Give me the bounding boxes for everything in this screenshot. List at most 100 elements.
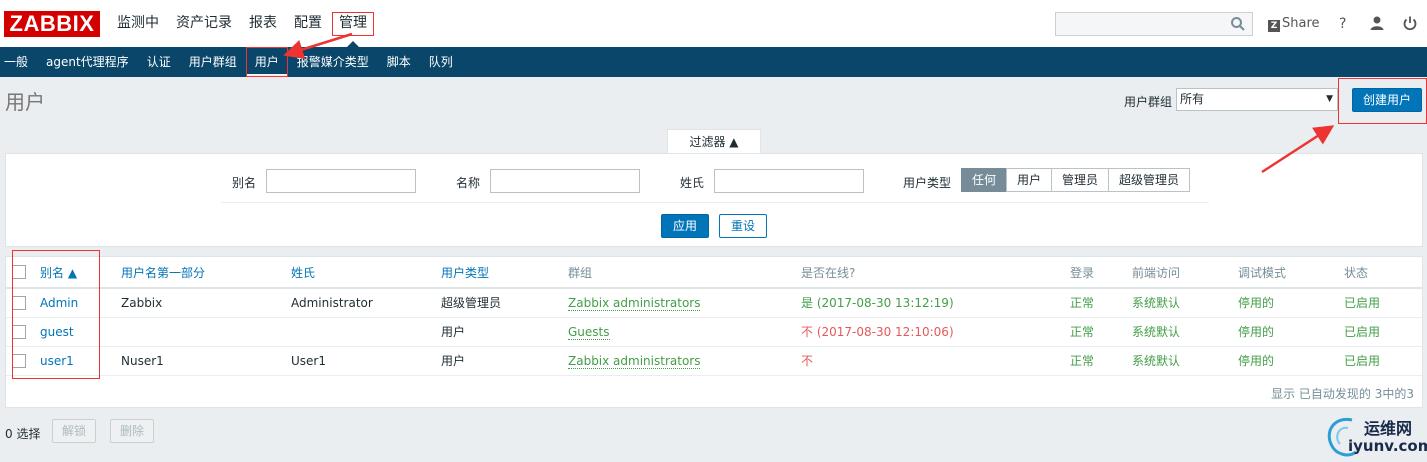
menu-configuration[interactable]: 配置 — [287, 0, 329, 47]
submenu-proxies[interactable]: agent代理程序 — [37, 47, 138, 77]
user-group-selected-value: 所有 — [1180, 92, 1205, 106]
login-status-cell: 正常 — [1070, 288, 1132, 318]
alias-filter-label: 别名 — [232, 176, 257, 190]
watermark-text: 运维网 — [1364, 419, 1413, 438]
table-header-row: 别名 ▲ 用户名第一部分 姓氏 用户类型 群组 是否在线? 登录 前端访问 调试… — [6, 257, 1422, 289]
online-status-cell: 不 — [801, 346, 1070, 376]
frontend-access-cell: 系统默认 — [1132, 346, 1238, 376]
column-header-name[interactable]: 用户名第一部分 — [121, 257, 291, 289]
selected-count: 0 选择 — [5, 427, 41, 441]
name-filter-input[interactable] — [490, 169, 640, 193]
submenu-user-groups[interactable]: 用户群组 — [180, 47, 246, 77]
search-box — [1055, 12, 1253, 36]
user-type-option-admin[interactable]: 管理员 — [1051, 168, 1110, 192]
main-menu: 监测中 资产记录 报表 配置 管理 — [110, 0, 377, 47]
user-type-cell: 用户 — [441, 346, 568, 376]
user-type-option-super-admin[interactable]: 超级管理员 — [1108, 168, 1191, 192]
user-name-cell: Zabbix — [121, 288, 291, 318]
user-surname-cell — [291, 317, 441, 347]
frontend-access-cell: 系统默认 — [1132, 317, 1238, 347]
user-type-option-user[interactable]: 用户 — [1006, 168, 1053, 192]
submenu-queue[interactable]: 队列 — [420, 47, 462, 77]
column-header-debug-mode: 调试模式 — [1238, 257, 1344, 289]
page-title: 用户 — [5, 90, 45, 114]
submenu-users[interactable]: 用户 — [245, 47, 288, 77]
frontend-access-cell: 系统默认 — [1132, 288, 1238, 318]
annotation-highlight-box — [12, 250, 100, 379]
alias-filter-input[interactable] — [266, 169, 416, 193]
zabbix-logo[interactable]: ZABBIX — [4, 11, 100, 37]
user-name-cell — [121, 317, 291, 347]
user-type-filter-label: 用户类型 — [903, 176, 952, 190]
help-icon[interactable]: ? — [1338, 15, 1350, 34]
unlock-button[interactable]: 解锁 — [52, 419, 97, 443]
column-header-groups: 群组 — [568, 257, 801, 289]
debug-mode-cell: 停用的 — [1238, 346, 1344, 376]
menu-monitoring[interactable]: 监测中 — [110, 0, 166, 47]
submenu-scripts[interactable]: 脚本 — [378, 47, 420, 77]
table-row: user1 Nuser1 User1 用户 Zabbix administrat… — [6, 346, 1422, 376]
user-name-cell: Nuser1 — [121, 346, 291, 376]
debug-mode-cell: 停用的 — [1238, 317, 1344, 347]
status-toggle-link[interactable]: 已启用 — [1344, 354, 1380, 368]
user-group-link[interactable]: Guests — [568, 324, 610, 340]
delete-button[interactable]: 删除 — [110, 419, 155, 443]
status-toggle-link[interactable]: 已启用 — [1344, 325, 1380, 339]
share-link[interactable]: Z Share — [1268, 16, 1320, 32]
login-status-cell: 正常 — [1070, 346, 1132, 376]
user-group-link[interactable]: Zabbix administrators — [568, 295, 701, 311]
user-group-link[interactable]: Zabbix administrators — [568, 353, 701, 369]
submenu-general[interactable]: 一般 — [0, 47, 37, 77]
annotation-highlight-box — [332, 12, 374, 36]
sub-menu: 一般 agent代理程序 认证 用户群组 用户 报警媒介类型 脚本 队列 — [0, 47, 1427, 77]
user-profile-icon[interactable] — [1369, 15, 1385, 34]
users-table-container: 别名 ▲ 用户名第一部分 姓氏 用户类型 群组 是否在线? 登录 前端访问 调试… — [5, 256, 1423, 408]
power-icon[interactable] — [1402, 15, 1418, 34]
column-header-frontend-access: 前端访问 — [1132, 257, 1238, 289]
filter-panel: 别名 名称 姓氏 用户类型 任何 用户 管理员 超级管理员 应用 重设 — [5, 153, 1423, 247]
table-row: guest 用户 Guests 不 (2017-08-30 12:10:06) … — [6, 317, 1422, 347]
online-status-cell: 是 (2017-08-30 13:12:19) — [801, 288, 1070, 318]
dropdown-arrow-icon: ▼ — [1326, 94, 1333, 104]
user-type-option-any[interactable]: 任何 — [961, 168, 1008, 192]
surname-filter-input[interactable] — [714, 169, 864, 193]
annotation-highlight-box — [245, 47, 288, 77]
reset-filter-button[interactable]: 重设 — [719, 214, 767, 238]
top-header: ZABBIX 监测中 资产记录 报表 配置 管理 Z Share ? — [0, 0, 1427, 47]
menu-reports[interactable]: 报表 — [242, 0, 284, 47]
login-status-cell: 正常 — [1070, 317, 1132, 347]
column-header-surname[interactable]: 姓氏 — [291, 257, 441, 289]
user-type-cell: 用户 — [441, 317, 568, 347]
submenu-media-types[interactable]: 报警媒介类型 — [288, 47, 378, 77]
svg-text:?: ? — [1339, 16, 1346, 31]
table-row: Admin Zabbix Administrator 超级管理员 Zabbix … — [6, 288, 1422, 318]
users-table: 别名 ▲ 用户名第一部分 姓氏 用户类型 群组 是否在线? 登录 前端访问 调试… — [6, 257, 1422, 376]
table-footer-info: 显示 已自动发现的 3中的3 — [1271, 387, 1414, 401]
apply-filter-button[interactable]: 应用 — [661, 214, 709, 238]
submenu-authentication[interactable]: 认证 — [138, 47, 180, 77]
status-toggle-link[interactable]: 已启用 — [1344, 296, 1380, 310]
share-label: Share — [1282, 16, 1320, 31]
column-header-online: 是否在线? — [801, 257, 1070, 289]
filter-toggle-tab[interactable]: 过滤器 ▲ — [667, 129, 761, 154]
name-filter-label: 名称 — [456, 176, 481, 190]
column-header-user-type[interactable]: 用户类型 — [441, 257, 568, 289]
search-input[interactable] — [1056, 13, 1226, 35]
user-surname-cell: User1 — [291, 346, 441, 376]
user-type-cell: 超级管理员 — [441, 288, 568, 318]
zabbix-share-icon: Z — [1268, 20, 1280, 32]
surname-filter-label: 姓氏 — [680, 176, 705, 190]
debug-mode-cell: 停用的 — [1238, 288, 1344, 318]
column-header-login: 登录 — [1070, 257, 1132, 289]
search-icon[interactable] — [1230, 16, 1246, 35]
watermark-logo: 运维网 iyunv.com — [1322, 412, 1427, 460]
user-group-label: 用户群组 — [1124, 95, 1173, 109]
user-surname-cell: Administrator — [291, 288, 441, 318]
watermark-domain: iyunv.com — [1348, 437, 1427, 455]
user-type-segmented-control: 任何 用户 管理员 超级管理员 — [961, 168, 1191, 192]
menu-inventory[interactable]: 资产记录 — [169, 0, 239, 47]
menu-administration[interactable]: 管理 — [332, 0, 374, 47]
filter-divider — [221, 202, 1209, 203]
annotation-highlight-box — [1338, 78, 1427, 124]
user-group-select[interactable]: 所有 ▼ — [1176, 88, 1338, 111]
